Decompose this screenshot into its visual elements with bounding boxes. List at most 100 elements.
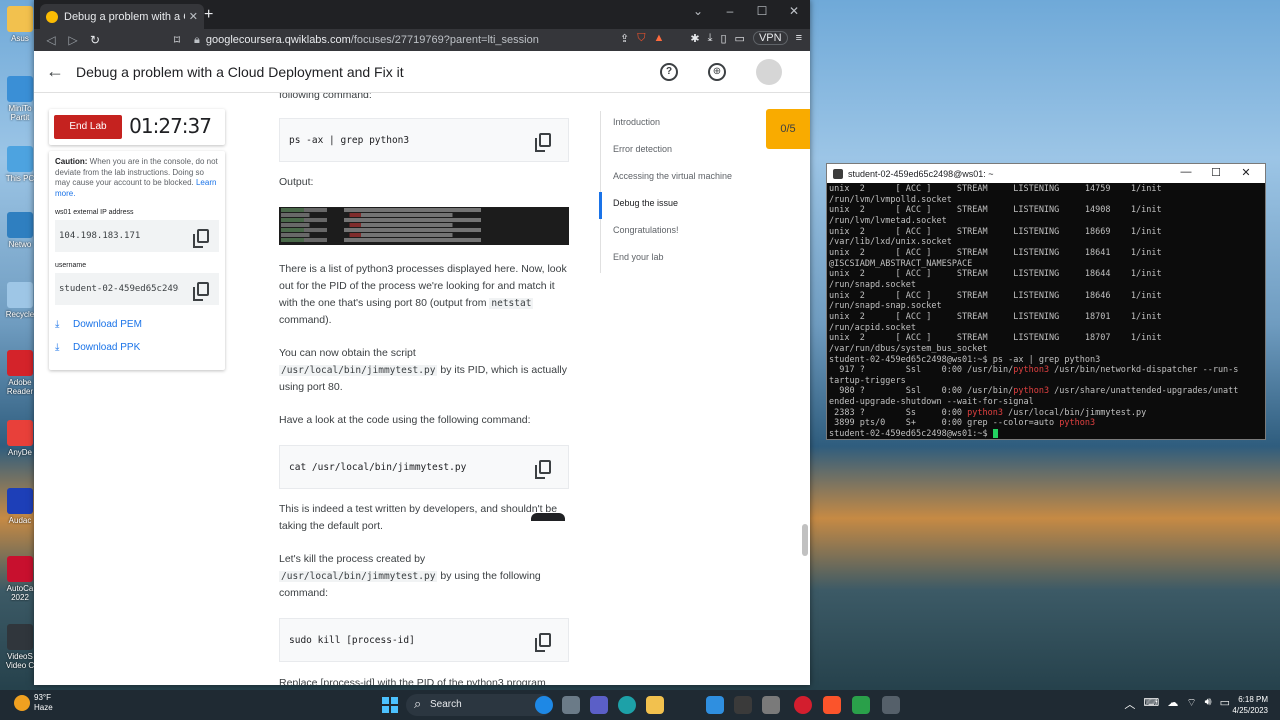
end-lab-button[interactable]: End Lab <box>54 115 122 139</box>
desktop-icon-recycle[interactable]: Recycle <box>2 282 38 319</box>
close-tab-icon[interactable]: ✕ <box>189 10 198 23</box>
taskbar-clock[interactable]: 6:18 PM 4/25/2023 <box>1232 694 1268 716</box>
opera-icon[interactable] <box>794 696 812 714</box>
vpn-button[interactable]: VPN <box>752 31 788 45</box>
extension-icons: ⇪ ⛉ ▲ ✱ ⤓ ▯ ▭ VPN ≡ <box>620 31 802 45</box>
terminal-titlebar: student-02-459ed65c2498@ws01: ~ — ☐ ✕ <box>827 164 1265 183</box>
wifi-icon[interactable]: ⌔ <box>1186 696 1196 712</box>
terminal-window: student-02-459ed65c2498@ws01: ~ — ☐ ✕ un… <box>826 163 1266 440</box>
terminal-line: unix 2 [ ACC ] STREAM LISTENING 18669 1/… <box>829 226 1162 237</box>
terminal-line: unix 2 [ ACC ] STREAM LISTENING 14908 1/… <box>829 205 1162 216</box>
anydesk-icon <box>7 420 33 446</box>
bookmark-icon[interactable]: ⌑ <box>166 33 188 47</box>
toc-item-end-lab[interactable]: End your lab <box>601 246 760 273</box>
download-ppk-link[interactable]: ⤓ Download PPK <box>55 342 219 353</box>
task-view-icon[interactable] <box>562 696 580 714</box>
terminal-line: 2383 ? Ss 0:00 python3 /usr/local/bin/ji… <box>829 407 1147 418</box>
terminal-line: unix 2 [ ACC ] STREAM LISTENING 18644 1/… <box>829 269 1162 280</box>
desktop-icon-anydesk[interactable]: AnyDe <box>2 420 38 457</box>
minimize-button[interactable]: — <box>1171 166 1201 179</box>
copy-icon[interactable] <box>193 229 209 248</box>
battery-icon[interactable]: ▭ <box>1220 696 1230 712</box>
toc-item-congratulations[interactable]: Congratulations! <box>601 219 760 246</box>
terminal-output[interactable]: unix 2 [ ACC ] STREAM LISTENING 14759 1/… <box>827 183 1265 440</box>
terminal-line: unix 2 [ ACC ] STREAM LISTENING 14759 1/… <box>829 184 1162 194</box>
minimize-button[interactable]: – <box>714 0 746 22</box>
terminal-line: /var/lib/lxd/unix.socket <box>829 237 952 248</box>
copy-icon[interactable] <box>535 633 551 652</box>
terminal-line: /run/snapd.socket <box>829 279 916 290</box>
help-icon[interactable]: ? <box>660 62 678 81</box>
url-field[interactable]: 🔒︎ googlecoursera.qwiklabs.com/focuses/2… <box>194 31 554 49</box>
copy-icon[interactable] <box>535 460 551 479</box>
mail-icon[interactable] <box>706 696 724 714</box>
scrollbar-thumb[interactable] <box>802 524 808 556</box>
wallet-icon[interactable]: ▭ <box>735 32 745 45</box>
app-icon-b[interactable] <box>535 696 553 714</box>
page-scrollbar[interactable] <box>801 111 809 685</box>
chevron-down-icon[interactable]: ⌄ <box>682 0 714 22</box>
toc-item-introduction[interactable]: Introduction <box>601 111 760 138</box>
chevron-up-icon[interactable]: ︿ <box>1124 696 1135 712</box>
start-button[interactable] <box>382 697 398 713</box>
onedrive-icon[interactable]: ☁ <box>1167 696 1178 712</box>
copy-icon[interactable] <box>535 133 551 152</box>
back-arrow-icon[interactable]: ← <box>46 61 64 82</box>
tab-title: Debug a problem with a Cloud De <box>64 10 185 23</box>
desktop-icon-autocad[interactable]: AutoCa 2022 <box>2 556 38 602</box>
maximize-button[interactable]: ☐ <box>746 0 778 22</box>
username-label: username <box>55 262 87 269</box>
download-icon[interactable]: ⤓ <box>708 32 713 45</box>
taskbar-search[interactable]: Search <box>406 693 552 716</box>
share-icon[interactable]: ⇪ <box>620 32 629 45</box>
putty-app-icon[interactable] <box>882 696 900 714</box>
terminal-prompt[interactable]: student-02-459ed65c2498@ws01:~$ <box>829 429 1263 440</box>
volume-icon[interactable]: 🔊︎ <box>1205 696 1212 712</box>
brave-icon[interactable] <box>823 696 841 714</box>
code-block-ps: ps -ax | grep python3 <box>279 118 569 162</box>
brave-shield-icon[interactable]: ⛉ <box>637 32 645 45</box>
teams-icon[interactable] <box>590 696 608 714</box>
file-explorer-icon[interactable] <box>646 696 664 714</box>
calculator-icon[interactable] <box>762 696 780 714</box>
toc-item-debug-issue[interactable]: Debug the issue <box>599 192 760 219</box>
language-globe-icon[interactable]: ⊕ <box>708 62 726 81</box>
store-icon[interactable] <box>734 696 752 714</box>
instruction-paragraph: Have a look at the code using the follow… <box>279 414 531 426</box>
terminal-line: tartup-triggers <box>829 375 906 386</box>
terminal-line: 980 ? Ssl 0:00 /usr/bin/python3 /usr/sha… <box>829 386 1239 397</box>
toc-item-error-detection[interactable]: Error detection <box>601 138 760 165</box>
close-window-button[interactable]: ✕ <box>1231 166 1261 179</box>
extensions-icon[interactable]: ✱ <box>690 32 699 45</box>
toc-item-accessing-vm[interactable]: Accessing the virtual machine <box>601 165 760 192</box>
reload-icon[interactable]: ↻ <box>84 33 106 47</box>
lang-icon[interactable]: ⌨ <box>1143 696 1159 712</box>
copy-icon[interactable] <box>193 282 209 301</box>
new-tab-button[interactable]: + <box>204 6 213 24</box>
edge-icon[interactable] <box>618 696 636 714</box>
maximize-button[interactable]: ☐ <box>1201 166 1231 179</box>
weather-widget[interactable]: 93°F Haze <box>14 693 53 713</box>
sidebar-icon[interactable]: ▯ <box>720 32 726 45</box>
terminal-line: unix 2 [ ACC ] STREAM LISTENING 18707 1/… <box>829 333 1162 344</box>
forward-arrow-icon[interactable]: ▷ <box>62 33 84 47</box>
brave-rewards-icon[interactable]: ▲ <box>654 32 665 44</box>
page-header: ← Debug a problem with a Cloud Deploymen… <box>34 51 810 93</box>
ip-field: 104.198.183.171 <box>55 220 219 252</box>
avatar[interactable] <box>756 58 782 85</box>
desktop-icon-network[interactable]: Netwo <box>2 212 38 249</box>
terminal-window-controls: — ☐ ✕ <box>1171 166 1261 179</box>
desktop-icon-minitool[interactable]: MiniTo Partit <box>2 76 38 122</box>
close-window-button[interactable]: ✕ <box>778 0 810 22</box>
back-arrow-icon[interactable]: ◁ <box>40 33 62 47</box>
desktop-icon-videostudio[interactable]: VideoS Video C <box>2 624 38 670</box>
desktop-icon-asus[interactable]: Asus <box>2 6 38 43</box>
desktop-icon-audacity[interactable]: Audac <box>2 488 38 525</box>
folder-icon <box>7 6 33 32</box>
download-pem-link[interactable]: ⤓ Download PEM <box>55 319 219 330</box>
desktop-icon-this-pc[interactable]: This PC <box>2 146 38 183</box>
browser-tab[interactable]: Debug a problem with a Cloud De ✕ <box>40 4 204 29</box>
menu-icon[interactable]: ≡ <box>796 32 802 44</box>
terminal-app-icon[interactable] <box>852 696 870 714</box>
desktop-icon-adobe[interactable]: Adobe Reader <box>2 350 38 396</box>
